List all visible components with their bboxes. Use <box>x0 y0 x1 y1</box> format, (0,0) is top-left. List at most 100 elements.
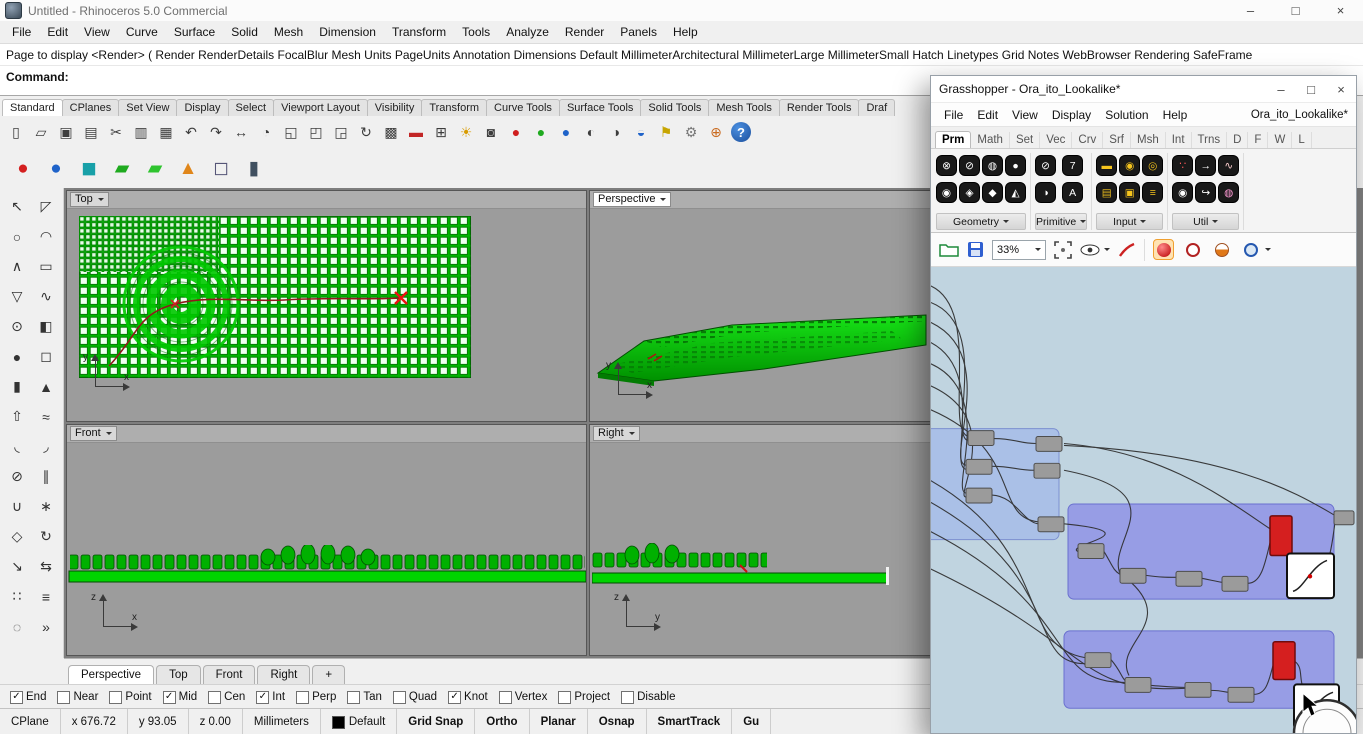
gh-tab-math[interactable]: Math <box>971 132 1010 148</box>
checkbox[interactable] <box>162 690 176 704</box>
cut[interactable]: ✂ <box>104 120 128 144</box>
toolbar-tab[interactable]: Render Tools <box>778 99 860 116</box>
new-file[interactable]: ▯ <box>4 120 28 144</box>
close-button[interactable]: × <box>1326 76 1356 102</box>
status-smarttrack[interactable]: SmartTrack <box>647 709 733 734</box>
toolbar-tab[interactable]: Visibility <box>366 99 423 116</box>
osnap-toggle[interactable]: Tan <box>347 690 382 704</box>
menu-item[interactable]: Panels <box>612 22 665 42</box>
panel-group-label[interactable]: Util <box>1172 213 1240 230</box>
close-button[interactable]: × <box>1318 0 1363 21</box>
relay[interactable]: → <box>1195 155 1217 176</box>
osnap-toggle[interactable]: Cen <box>208 690 245 704</box>
toolbar-tab[interactable]: CPlanes <box>61 99 120 116</box>
top-view-mesh[interactable] <box>79 216 471 378</box>
menu-item[interactable]: Transform <box>384 22 454 42</box>
checkbox[interactable] <box>256 690 270 704</box>
cone[interactable]: ▲ <box>32 372 60 401</box>
checkbox[interactable] <box>208 690 222 704</box>
checkbox[interactable] <box>10 690 23 704</box>
osnap-toggle[interactable]: Vertex <box>498 690 547 704</box>
display-shaded-box[interactable]: ◼ <box>76 155 102 181</box>
gh-tab-mesh[interactable]: Msh <box>1131 132 1166 148</box>
redo[interactable]: ↷ <box>204 120 228 144</box>
toolbar-tab[interactable]: Standard <box>2 99 63 116</box>
checkbox[interactable] <box>109 690 123 704</box>
zoom-selected[interactable]: ◲ <box>329 120 353 144</box>
param-integer[interactable]: 7 <box>1062 155 1084 176</box>
select[interactable]: ↖ <box>3 192 31 221</box>
menu-item[interactable]: Edit <box>39 22 76 42</box>
named-view-car[interactable]: ▬ <box>404 120 428 144</box>
menu-item[interactable]: Help <box>665 22 706 42</box>
checkbox[interactable] <box>392 690 406 704</box>
boolean-toggle[interactable]: ▣ <box>1119 182 1141 203</box>
menu-item[interactable]: Surface <box>166 22 223 42</box>
layer-panel[interactable]: ▩ <box>379 120 403 144</box>
osnap-toggle[interactable]: Mid <box>162 690 197 704</box>
display-cylinder[interactable]: ▮ <box>241 155 267 181</box>
chevron-down-icon[interactable] <box>1104 248 1110 254</box>
save[interactable]: ▣ <box>54 120 78 144</box>
open-document-icon[interactable] <box>939 242 959 258</box>
loft[interactable]: ≈ <box>32 402 60 431</box>
checkbox[interactable] <box>448 690 462 704</box>
toolbar-tab[interactable]: Set View <box>118 99 178 116</box>
gh-tab-l[interactable]: L <box>1292 132 1312 148</box>
status-z[interactable]: z 0.00 <box>189 709 243 734</box>
render-preview-blue[interactable]: ● <box>554 120 578 144</box>
osnap-toggle[interactable]: Quad <box>392 690 437 704</box>
save-document-icon[interactable] <box>967 241 984 258</box>
sketch-tool-icon[interactable] <box>1118 242 1136 258</box>
status-units[interactable]: Millimeters <box>243 709 321 734</box>
maximize-button[interactable]: □ <box>1296 76 1326 102</box>
status-planar[interactable]: Planar <box>530 709 588 734</box>
object-snap-grid[interactable]: ⊞ <box>429 120 453 144</box>
gh-tab-w[interactable]: W <box>1268 132 1293 148</box>
status-cplane[interactable]: CPlane <box>0 709 61 734</box>
gh-tab-intersect[interactable]: Int <box>1166 132 1192 148</box>
display-render-red[interactable]: ● <box>10 155 36 181</box>
zoom-defaults-icon[interactable] <box>1054 240 1072 259</box>
checkbox[interactable] <box>498 690 512 704</box>
md-slider[interactable]: ≡ <box>1142 182 1164 203</box>
render-preview-green[interactable]: ● <box>529 120 553 144</box>
command-history-line[interactable]: Page to display <Render> ( Render Render… <box>0 43 1363 66</box>
gh-tab-transform[interactable]: Trns <box>1192 132 1228 148</box>
arc[interactable]: ◠ <box>32 222 60 251</box>
rotate-view[interactable]: ↻ <box>354 120 378 144</box>
chevron-down-icon[interactable] <box>1265 248 1271 254</box>
param-geometry[interactable]: ◍ <box>982 155 1003 176</box>
menu-item[interactable]: View <box>76 22 118 42</box>
gh-tab-d[interactable]: D <box>1227 132 1249 148</box>
toolbar-tab[interactable]: Draf <box>858 99 896 116</box>
osnap-toggle[interactable]: Knot <box>448 690 488 704</box>
viewport-top[interactable]: Top y x <box>66 190 587 422</box>
osnap-toggle[interactable]: Disable <box>621 690 675 704</box>
param-vector[interactable]: ◭ <box>1005 182 1026 203</box>
shade-half-alt[interactable]: ◑ <box>604 120 628 144</box>
polyline[interactable]: ∧ <box>3 252 31 281</box>
menu-item[interactable]: Dimension <box>311 22 384 42</box>
data-dam[interactable]: ◉ <box>1172 182 1194 203</box>
cluster[interactable]: ◍ <box>1218 182 1240 203</box>
offset[interactable]: ≡ <box>32 582 60 611</box>
param-domain[interactable]: ◑ <box>1035 182 1056 203</box>
param-point[interactable]: ● <box>1005 155 1026 176</box>
panel-group-label[interactable]: Primitive <box>1035 213 1088 230</box>
cherry-picker[interactable]: ∵ <box>1172 155 1194 176</box>
pan[interactable]: ↔ <box>229 120 253 144</box>
error-component[interactable] <box>1269 515 1293 557</box>
print[interactable]: ▤ <box>79 120 103 144</box>
value-knob[interactable]: ◉ <box>1119 155 1141 176</box>
display-mesh-a[interactable]: ▰ <box>109 155 135 181</box>
panel-group-label[interactable]: Input <box>1096 213 1164 230</box>
param-surface[interactable]: ◆ <box>982 182 1003 203</box>
number-slider[interactable]: ▬ <box>1096 155 1118 176</box>
menu-item[interactable]: Analyze <box>498 22 557 42</box>
chamfer[interactable]: ◞ <box>32 432 60 461</box>
preview-eye-icon[interactable] <box>1080 244 1100 256</box>
rectangle[interactable]: ▭ <box>32 252 60 281</box>
gumball[interactable]: ⊕ <box>704 120 728 144</box>
toolbar-tab[interactable]: Viewport Layout <box>273 99 368 116</box>
